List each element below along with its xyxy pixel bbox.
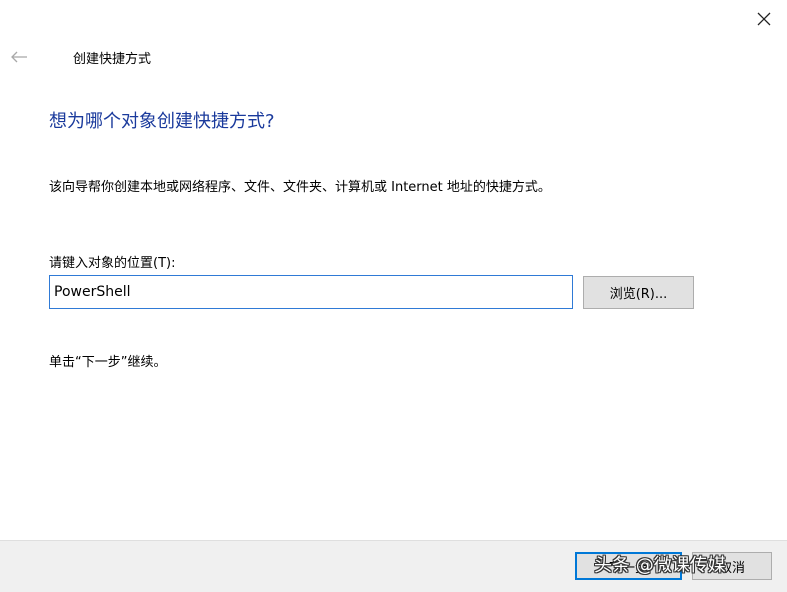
close-icon [757,12,771,26]
wizard-footer: 下一步 取消 [0,540,787,592]
close-button[interactable] [751,6,777,32]
back-arrow-icon [11,51,27,63]
page-heading: 想为哪个对象创建快捷方式? [49,111,275,132]
cancel-button[interactable]: 取消 [692,552,772,580]
create-shortcut-wizard-window: 创建快捷方式 想为哪个对象创建快捷方式? 该向导帮你创建本地或网络程序、文件、文… [0,0,787,592]
location-label: 请键入对象的位置(T): [49,256,176,271]
wizard-title: 创建快捷方式 [73,52,152,67]
browse-button[interactable]: 浏览(R)... [583,276,694,309]
wizard-description: 该向导帮你创建本地或网络程序、文件、文件夹、计算机或 Internet 地址的快… [49,180,551,195]
back-button[interactable] [8,47,30,67]
next-button[interactable]: 下一步 [575,552,682,580]
location-input[interactable] [49,275,573,309]
continue-hint: 单击“下一步”继续。 [49,355,167,370]
